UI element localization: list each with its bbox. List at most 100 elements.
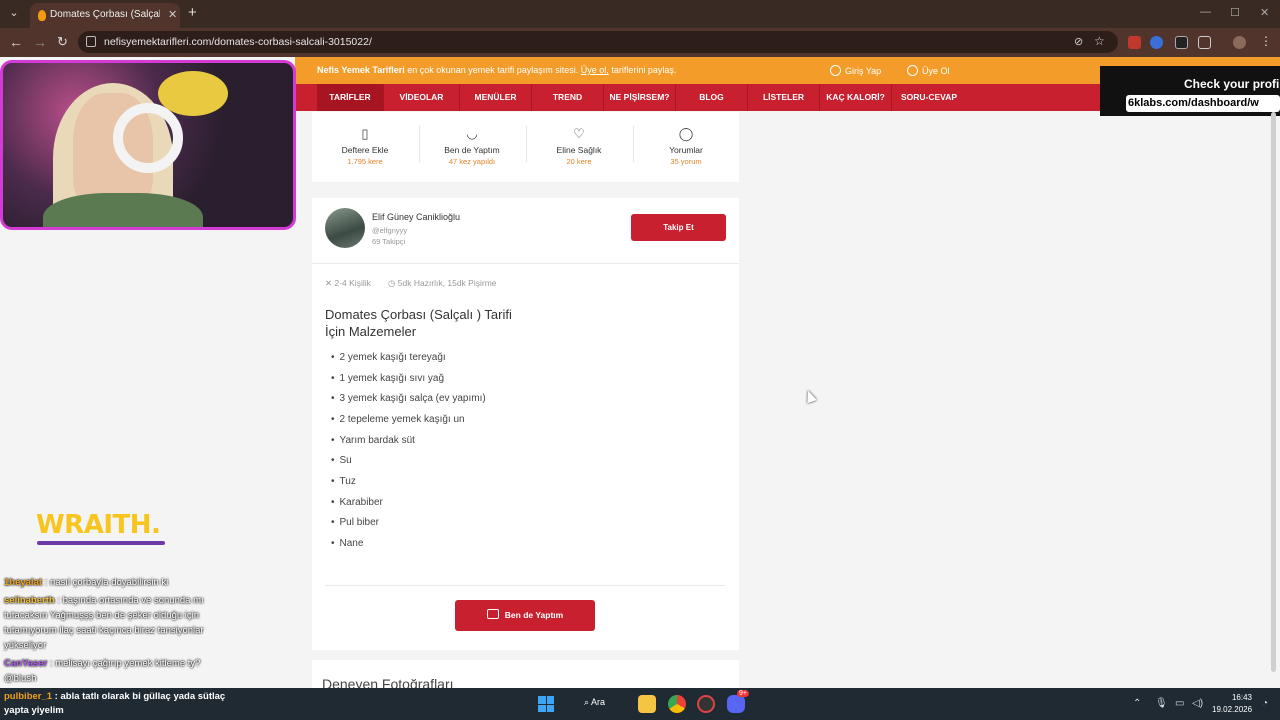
divider — [312, 263, 739, 264]
volume-icon[interactable]: ◁) — [1192, 698, 1203, 709]
start-menu-icon[interactable] — [538, 696, 554, 712]
author-handle: @elfgnyyy — [372, 226, 408, 235]
stat-value: 20 kere — [566, 157, 592, 166]
reload-icon[interactable]: ↻ — [57, 34, 68, 50]
profile-avatar[interactable] — [1233, 36, 1246, 49]
bookmark-star-icon[interactable]: ☆ — [1094, 34, 1105, 48]
nav-item-blog[interactable]: BLOG — [676, 84, 748, 111]
nav-item-ne-pisirsem[interactable]: NE PİŞİRSEM? — [604, 84, 676, 111]
eye-off-icon[interactable]: ⊘ — [1074, 35, 1083, 48]
search-label: Ara — [591, 697, 606, 707]
chrome-icon[interactable] — [668, 695, 686, 713]
stat-value: 35 yorum — [670, 157, 702, 166]
login-label: Giriş Yap — [845, 66, 882, 76]
browser-tabbar: ⌄ Domates Çorbası (Salçalı ) - Ne ✕ + — … — [0, 0, 1280, 28]
discord-badge: 9+ — [737, 690, 749, 697]
chat-message: CanYaser : melisayı çağırıp yemek kitlem… — [4, 656, 224, 686]
notebook-icon: ▯ — [361, 126, 369, 141]
wraith-underline — [37, 541, 165, 545]
maximize-icon[interactable]: ☐ — [1230, 6, 1240, 19]
nav-item-menuler[interactable]: MENÜLER — [460, 84, 532, 111]
address-bar[interactable]: nefisyemektarifleri.com/domates-corbasi-… — [78, 31, 1118, 53]
chat-message: pulbiber_1 : abla tatlı olarak bi güllaç… — [4, 690, 244, 718]
ingredient-item: 2 yemek kaşığı tereyağı — [331, 352, 446, 363]
stat-label: Deftere Ekle — [341, 145, 389, 155]
signup-link[interactable]: Üye Ol — [907, 65, 950, 76]
stat-label: Yorumlar — [669, 145, 703, 155]
servings-text: 2-4 Kişilik — [334, 278, 371, 288]
clock-date: 19.02.2026 — [1212, 705, 1253, 714]
puzzle-icon[interactable] — [1198, 36, 1211, 49]
extension-icon[interactable] — [1128, 36, 1141, 49]
chat-username: pulbiber_1 — [4, 691, 53, 702]
overlay-line2: 6klabs.com/dashboard/w — [1126, 95, 1280, 112]
follow-button[interactable]: Takip Et — [631, 214, 726, 241]
browser-tab[interactable]: Domates Çorbası (Salçalı ) - Ne ✕ — [30, 3, 180, 28]
servings-info: ✕ 2-4 Kişilik — [325, 278, 371, 289]
ben-de-yaptim-label: Ben de Yaptım — [504, 610, 564, 620]
tab-close-icon[interactable]: ✕ — [168, 8, 177, 21]
taskbar-clock[interactable]: 16:43 19.02.2026 — [1212, 692, 1252, 716]
login-link[interactable]: Giriş Yap — [830, 65, 881, 76]
ingredient-item: 2 tepeleme yemek kaşığı un — [331, 414, 465, 425]
stat-yorumlar[interactable]: ◯ Yorumlar 35 yorum — [633, 126, 739, 166]
chat-message: 1heyalat : nasıl çorbayla doyabilirsin k… — [4, 575, 224, 590]
nav-item-listeler[interactable]: LİSTELER — [748, 84, 820, 111]
heart-hand-icon: ♡ — [573, 126, 585, 141]
taskbar-search[interactable]: ⌕ Ara — [584, 697, 605, 708]
site-info-icon[interactable] — [86, 36, 96, 47]
obs-icon[interactable] — [697, 695, 715, 713]
extension-icon[interactable] — [1175, 36, 1188, 49]
search-icon: ⌕ — [584, 697, 592, 707]
stream-overlay-banner: Check your profi 6klabs.com/dashboard/w — [1100, 66, 1280, 116]
site-tagline: Nefis Yemek Tarifleri en çok okunan yeme… — [317, 65, 676, 75]
stat-label: Ben de Yaptım — [444, 145, 500, 155]
nav-item-trend[interactable]: TREND — [532, 84, 604, 111]
page-scrollbar[interactable] — [1271, 112, 1276, 672]
network-icon[interactable]: ▭ — [1175, 698, 1184, 709]
forward-icon[interactable]: → — [33, 34, 47, 50]
clock-icon: ◷ — [388, 278, 398, 288]
ingredient-item: 1 yemek kaşığı sıvı yağ — [331, 373, 445, 384]
file-explorer-icon[interactable] — [638, 695, 656, 713]
stat-value: 1.795 kere — [347, 157, 383, 166]
ingredient-item: Pul biber — [331, 517, 379, 528]
notification-bell-icon[interactable]: ◔ — [1262, 698, 1268, 709]
new-tab-icon[interactable]: + — [188, 4, 197, 21]
camera-icon — [486, 609, 499, 619]
chat-username: CanYaser — [4, 658, 48, 669]
stat-label: Eline Sağlık — [556, 145, 602, 155]
ben-de-yaptim-button[interactable]: Ben de Yaptım — [455, 600, 595, 631]
tagline-brand[interactable]: Nefis Yemek Tarifleri — [317, 65, 405, 75]
window-close-icon[interactable]: ✕ — [1260, 6, 1269, 19]
url-text[interactable]: nefisyemektarifleri.com/domates-corbasi-… — [104, 36, 372, 48]
discord-icon[interactable]: 9+ — [727, 690, 749, 713]
site-favicon-icon — [38, 10, 46, 21]
overlay-line1: Check your profi — [1184, 77, 1280, 91]
stat-deftere-ekle[interactable]: ▯ Deftere Ekle 1.795 kere — [312, 126, 418, 166]
stat-eline-saglik[interactable]: ♡ Eline Sağlık 20 kere — [526, 126, 632, 166]
mouse-cursor-icon — [803, 388, 817, 404]
ingredient-item: Yarım bardak süt — [331, 435, 415, 446]
tab-search-icon[interactable]: ⌄ — [6, 5, 22, 21]
tray-chevron-icon[interactable]: ⌃ — [1133, 698, 1141, 709]
extension-icon[interactable] — [1150, 36, 1163, 49]
stat-ben-de-yaptim[interactable]: ◡ Ben de Yaptım 47 kez yapıldı — [419, 126, 525, 166]
user-plus-icon — [907, 65, 918, 76]
author-name[interactable]: Elif Güney Caniklioğlu — [372, 212, 460, 222]
tagline-end: tariflerini paylaş. — [608, 65, 677, 75]
menu-kebab-icon[interactable]: ⋮ — [1260, 34, 1272, 48]
minimize-icon[interactable]: — — [1200, 6, 1211, 18]
chat-username: selinaberth — [4, 595, 55, 606]
nav-item-kac-kalori[interactable]: KAÇ KALORİ? — [820, 84, 892, 111]
nav-item-tarifler[interactable]: TARİFLER — [317, 84, 384, 111]
tagline-signup-link[interactable]: Üye ol, — [581, 65, 609, 75]
microphone-icon[interactable]: 🎙 — [1155, 698, 1168, 709]
chat-username: 1heyalat — [4, 577, 43, 588]
chat-text: : nasıl çorbayla doyabilirsin ki — [42, 577, 169, 588]
tagline-text: en çok okunan yemek tarifi paylaşım site… — [404, 65, 581, 75]
author-avatar[interactable] — [325, 208, 365, 248]
nav-item-soru-cevap[interactable]: SORU-CEVAP — [892, 84, 966, 111]
back-icon[interactable]: ← — [9, 34, 23, 50]
nav-item-videolar[interactable]: VİDEOLAR — [384, 84, 460, 111]
